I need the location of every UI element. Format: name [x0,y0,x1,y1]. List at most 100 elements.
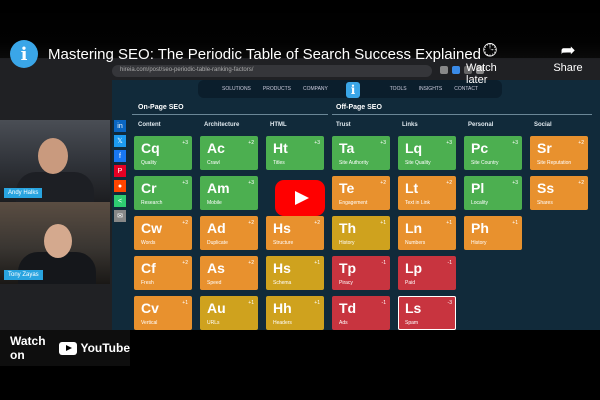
share-icon[interactable]: < [114,195,126,207]
tile-weight: +3 [182,180,188,186]
channel-avatar[interactable]: i [10,40,38,68]
share-button[interactable]: ➦ Share [544,40,592,86]
video-player[interactable]: hireia.com/post/seo-periodic-table-ranki… [0,0,600,400]
element-tile-ln[interactable]: Ln Numbers +1 [398,216,456,250]
tile-name: History [471,240,487,246]
element-tile-ac[interactable]: Ac Crawl +2 [200,136,258,170]
element-tile-cr[interactable]: Cr Research +3 [134,176,192,210]
element-tile-cv[interactable]: Cv Vertical +1 [134,296,192,330]
tile-symbol: Lt [405,180,419,196]
tile-weight: -1 [381,300,386,306]
element-tile-ls[interactable]: Ls Spam -3 [398,296,456,330]
tile-symbol: Pl [471,180,485,196]
element-tile-hh[interactable]: Hh Headers +1 [266,296,324,330]
video-title[interactable]: Mastering SEO: The Periodic Table of Sea… [48,46,481,63]
email-icon[interactable]: ✉ [114,210,126,222]
tile-name: Paid [405,280,416,286]
tile-symbol: Cw [141,220,162,236]
category-trust: Trust [336,122,351,128]
reddit-icon[interactable]: ● [114,180,126,192]
category-personal: Personal [468,122,494,128]
element-tile-cw[interactable]: Cw Words +2 [134,216,192,250]
tile-weight: +2 [314,220,320,226]
tile-name: Crawl [207,160,220,166]
element-tile-ta[interactable]: Ta Site Authority +3 [332,136,390,170]
webcam-andy: Andy Halks [0,120,110,202]
site-logo[interactable]: i [346,82,360,98]
tile-name: Site Country [471,160,499,166]
element-tile-th[interactable]: Th History +1 [332,216,390,250]
element-tile-pl[interactable]: Pl Locality +3 [464,176,522,210]
tile-symbol: Ss [537,180,555,196]
player-top-bar: i Mastering SEO: The Periodic Table of S… [0,0,600,86]
element-tile-as[interactable]: As Speed +2 [200,256,258,290]
tile-weight: -1 [381,260,386,266]
youtube-logo: YouTube [59,341,130,355]
tile-name: Shares [537,200,553,206]
tile-symbol: Am [207,180,230,196]
nav-item-company[interactable]: COMPANY [303,86,328,92]
participant-name: Tony Zayas [4,270,43,280]
play-button[interactable] [275,180,325,216]
tile-weight: +3 [182,140,188,146]
category-html: HTML [270,122,287,128]
tile-weight: +1 [182,300,188,306]
element-tile-cq[interactable]: Cq Quality +3 [134,136,192,170]
tile-symbol: Th [339,220,357,236]
watch-later-button[interactable]: 🕒︎ Watch later [466,40,514,86]
element-tile-lt[interactable]: Lt Text in Link +2 [398,176,456,210]
element-tile-ph[interactable]: Ph History +1 [464,216,522,250]
tile-name: Locality [471,200,488,206]
nav-item-contact[interactable]: CONTACT [454,86,478,92]
tile-weight: +2 [446,180,452,186]
tile-name: Spam [405,320,419,326]
x-icon[interactable]: 𝕏 [114,135,126,147]
pinterest-icon[interactable]: P [114,165,126,177]
element-tile-te[interactable]: Te Engagement +2 [332,176,390,210]
tile-name: Words [141,240,156,246]
clock-icon: 🕒︎ [482,40,498,60]
tile-weight: +3 [512,140,518,146]
element-tile-tp[interactable]: Tp Piracy -1 [332,256,390,290]
element-tile-am[interactable]: Am Mobile +3 [200,176,258,210]
tile-weight: +2 [248,220,254,226]
tile-name: Structure [273,240,294,246]
element-tile-ss[interactable]: Ss Shares +2 [530,176,588,210]
element-tile-td[interactable]: Td Ads -1 [332,296,390,330]
element-tile-sr[interactable]: Sr Site Reputation +2 [530,136,588,170]
divider [132,114,328,115]
tile-symbol: Ad [207,220,226,236]
element-tile-lp[interactable]: Lp Paid -1 [398,256,456,290]
tile-weight: +1 [446,220,452,226]
on-page-seo-title: On-Page SEO [138,104,184,111]
element-tile-hs[interactable]: Hs Schema +1 [266,256,324,290]
tile-weight: +2 [182,260,188,266]
element-tile-ad[interactable]: Ad Duplicate +2 [200,216,258,250]
nav-item-insights[interactable]: INSIGHTS [419,86,443,92]
element-tile-cf[interactable]: Cf Fresh +2 [134,256,192,290]
tile-symbol: Te [339,180,355,196]
category-content: Content [138,122,161,128]
tile-symbol: Hh [273,300,292,316]
element-tile-lq[interactable]: Lq Site Quality +3 [398,136,456,170]
category-social: Social [534,122,552,128]
nav-item-solutions[interactable]: SOLUTIONS [222,86,251,92]
tile-name: Research [141,200,163,206]
linkedin-icon[interactable]: in [114,120,126,132]
nav-item-tools[interactable]: TOOLS [390,86,407,92]
category-links: Links [402,122,418,128]
tile-name: Ads [339,320,348,326]
element-tile-au[interactable]: Au URLs +1 [200,296,258,330]
tile-weight: +2 [578,140,584,146]
tile-weight: +2 [248,260,254,266]
facebook-icon[interactable]: f [114,150,126,162]
tile-name: Text in Link [405,200,431,206]
element-tile-ht[interactable]: Ht Titles +3 [266,136,324,170]
watch-on-youtube-button[interactable]: Watch on YouTube [0,330,130,366]
element-tile-hs[interactable]: Hs Structure +2 [266,216,324,250]
element-tile-pc[interactable]: Pc Site Country +3 [464,136,522,170]
nav-item-products[interactable]: PRODUCTS [263,86,291,92]
category-architecture: Architecture [204,122,240,128]
share-rail: in 𝕏f P ● < ✉ [114,120,126,225]
tile-symbol: Td [339,300,357,316]
